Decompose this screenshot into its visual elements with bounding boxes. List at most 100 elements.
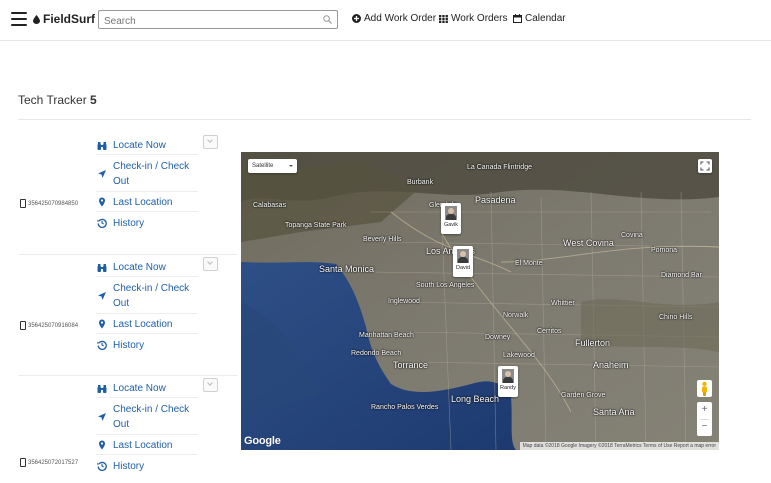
map-place-label: Norwalk — [503, 312, 529, 319]
calendar-link[interactable]: Calendar — [513, 13, 566, 24]
tech-avatar — [445, 206, 457, 220]
map-place-label: Downey — [485, 334, 511, 341]
last-location-label: Last Location — [113, 440, 173, 451]
zoom-divider — [700, 419, 709, 420]
device-id-text: 356425072017527 — [28, 459, 79, 466]
last-location-link[interactable]: Last Location — [96, 438, 198, 455]
page-title: Tech Tracker 5 — [18, 93, 97, 107]
history-label: History — [113, 340, 145, 351]
map-place-label: Chino Hills — [659, 314, 693, 321]
check-in-label: Check-in / Check — [113, 404, 190, 415]
map-place-label: Manhattan Beach — [359, 332, 414, 339]
divider — [18, 119, 751, 120]
grid-icon — [439, 14, 448, 23]
map-place-label: Cerritos — [537, 328, 562, 335]
street-view-pegman[interactable] — [697, 380, 712, 397]
tech-location-map[interactable]: La Canada Flintridge Burbank Pasadena Ca… — [241, 152, 719, 450]
map-place-label: Beverly Hills — [363, 236, 402, 243]
binoculars-icon — [97, 142, 107, 150]
check-in-out-link[interactable]: Check-in / Check Out — [96, 402, 198, 435]
map-attribution[interactable]: Map data ©2018 Google Imagery ©2018 Terr… — [519, 442, 719, 450]
phone-icon — [20, 321, 26, 330]
row-divider — [18, 254, 238, 255]
select-checkbox[interactable] — [203, 135, 218, 149]
top-navbar: FieldSurf Add Work Order Work Orders Cal… — [0, 0, 771, 41]
work-orders-label: Work Orders — [451, 13, 508, 24]
page-title-text: Tech Tracker — [18, 93, 87, 107]
binoculars-icon — [97, 385, 107, 393]
check-in-out-link[interactable]: Check-in / Check Out — [96, 159, 198, 192]
map-marker-icon — [99, 440, 105, 450]
fullscreen-button[interactable] — [698, 159, 712, 173]
search-icon[interactable] — [323, 15, 332, 24]
location-arrow-icon — [98, 170, 106, 178]
select-checkbox[interactable] — [203, 257, 218, 271]
tech-marker[interactable]: Randy — [498, 366, 518, 397]
phone-icon — [20, 199, 26, 208]
map-place-label: Topanga State Park — [285, 222, 347, 229]
map-place-label: Calabasas — [253, 202, 287, 209]
hamburger-menu-icon[interactable] — [11, 12, 27, 26]
map-place-label: Anaheim — [593, 360, 629, 370]
map-type-label: Satellite — [252, 163, 274, 169]
last-location-label: Last Location — [113, 197, 173, 208]
calendar-icon — [513, 14, 522, 23]
locate-now-label: Locate Now — [113, 262, 166, 273]
tech-name: Randy — [500, 385, 516, 391]
last-location-label: Last Location — [113, 319, 173, 330]
search-box[interactable] — [98, 10, 338, 29]
map-place-label: La Canada Flintridge — [467, 164, 532, 171]
zoom-out-button[interactable]: − — [697, 419, 712, 436]
add-work-order-label: Add Work Order — [364, 13, 437, 24]
brand-logo[interactable]: FieldSurf — [33, 12, 95, 26]
check-in-label: Check-in / Check — [113, 283, 190, 294]
device-id-text: 356425070916084 — [28, 322, 79, 329]
map-place-label: Pomona — [651, 247, 678, 254]
history-label: History — [113, 461, 145, 472]
device-id: 356425070916084 — [20, 321, 78, 330]
add-work-order-link[interactable]: Add Work Order — [352, 13, 436, 24]
map-place-label: Lakewood — [503, 352, 535, 359]
map-place-label: Pasadena — [475, 195, 516, 205]
map-place-label: Burbank — [407, 179, 434, 186]
work-orders-link[interactable]: Work Orders — [439, 13, 508, 24]
history-icon — [97, 218, 107, 228]
tech-count: 5 — [90, 93, 97, 107]
history-link[interactable]: History — [96, 216, 198, 232]
tech-name: Gavik — [443, 222, 459, 228]
locate-now-link[interactable]: Locate Now — [96, 381, 198, 398]
map-marker-icon — [99, 319, 105, 329]
map-type-select[interactable]: Satellite — [248, 159, 297, 173]
last-location-link[interactable]: Last Location — [96, 195, 198, 212]
locate-now-link[interactable]: Locate Now — [96, 138, 198, 155]
history-icon — [97, 461, 107, 471]
check-out-label: Out — [113, 298, 130, 309]
map-place-label: West Covina — [563, 238, 614, 248]
tech-marker[interactable]: Gavik — [441, 203, 461, 234]
row-divider — [18, 375, 238, 376]
last-location-link[interactable]: Last Location — [96, 317, 198, 334]
search-input[interactable] — [99, 14, 314, 29]
map-place-label: Long Beach — [451, 394, 500, 404]
check-out-label: Out — [113, 419, 130, 430]
tech-avatar — [502, 369, 514, 383]
zoom-in-button[interactable]: + — [697, 402, 712, 419]
map-place-label: El Monte — [515, 260, 543, 267]
select-checkbox[interactable] — [203, 378, 218, 392]
tech-marker[interactable]: David — [453, 246, 473, 277]
check-out-label: Out — [113, 176, 130, 187]
map-place-label: South Los Angeles — [416, 282, 475, 289]
tech-avatar — [457, 249, 469, 263]
binoculars-icon — [97, 264, 107, 272]
brand-name: FieldSurf — [43, 12, 96, 26]
check-in-out-link[interactable]: Check-in / Check Out — [96, 281, 198, 314]
map-place-label: Garden Grove — [561, 392, 606, 399]
locate-now-link[interactable]: Locate Now — [96, 260, 198, 277]
calendar-label: Calendar — [525, 13, 566, 24]
map-place-label: Diamond Bar — [661, 272, 702, 279]
map-place-label: Santa Ana — [593, 407, 635, 417]
history-link[interactable]: History — [96, 338, 198, 354]
history-link[interactable]: History — [96, 459, 198, 475]
map-place-label: Whittier — [551, 300, 575, 307]
map-place-label: Redondo Beach — [351, 350, 402, 357]
